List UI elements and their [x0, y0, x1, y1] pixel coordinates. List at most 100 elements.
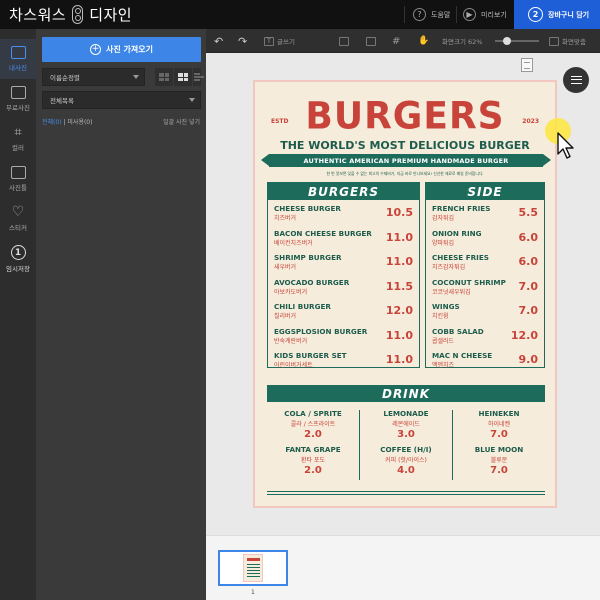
- redo-icon: ↷: [238, 34, 248, 48]
- zoom-slider-handle[interactable]: [503, 37, 511, 45]
- page-number: 1: [251, 589, 255, 596]
- menu-item[interactable]: BACON CHEESE BURGER 베이컨치즈버거 11.0: [274, 229, 413, 251]
- view-large-grid-button[interactable]: [155, 68, 173, 86]
- rail-item-my-photos[interactable]: 내사진: [0, 39, 36, 79]
- drink-item[interactable]: FANTA GRAPE 환타 포도 2.0: [267, 445, 359, 476]
- rail-item-free-photos[interactable]: 무료사진: [0, 79, 36, 119]
- menu-item[interactable]: CHEESE FRIES 치즈감자튀김 6.0: [432, 253, 538, 275]
- drink-price: 2.0: [304, 465, 322, 476]
- drink-item[interactable]: COFFEE (H/I) 커피 (핫/아이스) 4.0: [360, 445, 452, 476]
- view-small-grid-button[interactable]: [174, 68, 192, 86]
- item-name-ko: 아보카도버거: [274, 288, 308, 296]
- zoom-label: 화면크기 62%: [442, 38, 483, 46]
- item-price: 9.0: [518, 353, 539, 366]
- auto-fill-photos-link[interactable]: 일괄 사진 넣기: [163, 117, 200, 126]
- grid-small-icon: [178, 73, 188, 81]
- filter-unused-link[interactable]: 미사용(0): [67, 119, 92, 126]
- item-price: 12.0: [510, 328, 538, 342]
- divider: [404, 6, 405, 23]
- drink-item[interactable]: COLA / SPRITE 콜라 / 스프라이트 2.0: [267, 409, 359, 440]
- page-thumbnail[interactable]: [218, 550, 288, 586]
- photo-filter-links: 전체(0) | 미사용(0): [42, 117, 92, 126]
- item-name-ko: 칠리버거: [274, 313, 297, 320]
- photo-panel: + 사진 가져오기 이름순정렬 전체목록 전체(0) | 미사용(0) 일괄 사…: [36, 29, 206, 600]
- menu-subtitle[interactable]: THE WORLD'S MOST DELICIOUS BURGER: [255, 139, 555, 152]
- rail-label: 내사진: [9, 64, 27, 72]
- photo-icon: [10, 46, 26, 59]
- help-button[interactable]: ? 도움말: [413, 0, 450, 29]
- list-icon: [194, 73, 204, 81]
- sort-select[interactable]: 이름순정렬: [42, 68, 145, 86]
- menu-item[interactable]: CHEESE BURGER 치즈버거 10.5: [274, 204, 413, 226]
- burgers-heading[interactable]: BURGERS: [268, 183, 419, 200]
- rail-item-temp-save[interactable]: 1 임시저장: [0, 239, 36, 279]
- text-box-icon: T: [264, 36, 274, 46]
- item-price: 7.0: [518, 279, 539, 293]
- redo-button[interactable]: ↷: [238, 29, 247, 53]
- add-to-cart-button[interactable]: 2 장바구니 담기: [514, 0, 600, 29]
- preview-label: 미리보기: [481, 10, 507, 19]
- chevron-down-icon: [133, 75, 139, 79]
- view-list-button[interactable]: [193, 68, 204, 86]
- text-tool-button[interactable]: T 글쓰기: [264, 29, 295, 53]
- menu-tagline[interactable]: 한 번 맛보면 잊을 수 없는 최고의 수제버거, 지금 바로 만나보세요! 신…: [255, 171, 555, 177]
- drink-heading[interactable]: DRINK: [267, 385, 545, 402]
- menu-item[interactable]: COBB SALAD 콥샐러드 12.0: [432, 327, 538, 349]
- menu-title[interactable]: BURGERS: [255, 95, 555, 138]
- menu-item[interactable]: WINGS 치킨윙 7.0: [432, 302, 538, 324]
- sort-value: 이름순정렬: [50, 74, 80, 82]
- drink-item[interactable]: BLUE MOON 블루문 7.0: [453, 445, 545, 476]
- preview-icon: ▶: [463, 8, 476, 21]
- drink-item[interactable]: HEINEKEN 하이네켄 7.0: [453, 409, 545, 440]
- zoom-slider-track[interactable]: [495, 40, 539, 42]
- menu-item[interactable]: MAC N CHEESE 맥앤치즈 9.0: [432, 351, 538, 373]
- item-name: BACON CHEESE BURGER: [274, 228, 372, 238]
- menu-item[interactable]: SHRIMP BURGER 새우버거 11.0: [274, 253, 413, 275]
- hand-tool-button[interactable]: ✋: [418, 29, 429, 53]
- menu-item[interactable]: COCONUT SHRIMP 코코넛새우튀김 7.0: [432, 278, 538, 300]
- item-price: 6.0: [518, 230, 539, 244]
- import-photos-button[interactable]: + 사진 가져오기: [42, 37, 201, 62]
- grid-button[interactable]: #: [392, 29, 400, 53]
- tool-rail: 내사진 무료사진 ⌗ 컬러 사진틀 ♡ 스티커 1 임시저장: [0, 29, 36, 600]
- item-price: 11.0: [385, 230, 413, 244]
- fit-screen-button[interactable]: 화면맞춤: [549, 29, 586, 53]
- page-settings-icon[interactable]: [521, 58, 533, 72]
- drink-price: 2.0: [304, 429, 322, 440]
- menu-item[interactable]: ONION RING 양파튀김 6.0: [432, 229, 538, 251]
- drink-price: 4.0: [397, 465, 415, 476]
- drink-name: BLUE MOON: [474, 445, 524, 454]
- menu-item[interactable]: CHILI BURGER 칠리버거 12.0: [274, 302, 413, 324]
- rail-item-color[interactable]: ⌗ 컬러: [0, 119, 36, 159]
- item-name: WINGS: [432, 302, 460, 311]
- filter-select[interactable]: 전체목록: [42, 91, 201, 109]
- item-name: CHILI BURGER: [274, 302, 331, 311]
- menu-item[interactable]: FRENCH FRIES 감자튀김 5.5: [432, 204, 538, 226]
- preview-button[interactable]: ▶ 미리보기: [463, 0, 507, 29]
- rail-item-frames[interactable]: 사진틀: [0, 159, 36, 199]
- cart-label: 장바구니 담기: [548, 10, 590, 19]
- menu-item[interactable]: KIDS BURGER SET 어린이버거세트 11.0: [274, 351, 413, 373]
- item-name-ko: 베이컨치즈버거: [274, 239, 313, 247]
- rail-item-stickers[interactable]: ♡ 스티커: [0, 199, 36, 239]
- item-name: COCONUT SHRIMP: [432, 277, 506, 287]
- fit-screen-icon: [549, 36, 559, 46]
- brand-logo[interactable]: 차스워스 디자인: [9, 4, 132, 25]
- item-name: COBB SALAD: [432, 326, 484, 336]
- menu-design-page[interactable]: ESTD 2023 BURGERS THE WORLD'S MOST DELIC…: [253, 80, 557, 508]
- item-name: KIDS BURGER SET: [274, 351, 347, 360]
- chevron-down-icon: [189, 98, 195, 102]
- brand-pill-icon: [72, 5, 84, 24]
- undo-button[interactable]: ↶: [214, 29, 223, 53]
- menu-item[interactable]: AVOCADO BURGER 아보카도버거 11.5: [274, 278, 413, 300]
- side-heading[interactable]: SIDE: [426, 183, 544, 200]
- layers-menu-button[interactable]: [563, 67, 589, 93]
- layout-button[interactable]: [339, 29, 349, 53]
- filter-all-link[interactable]: 전체(0): [42, 119, 62, 126]
- menu-banner[interactable]: AUTHENTIC AMERICAN PREMIUM HANDMADE BURG…: [261, 154, 551, 167]
- mouse-pointer-icon: [557, 132, 574, 159]
- menu-item[interactable]: EGGSPLOSION BURGER 반숙계란버거 11.0: [274, 327, 413, 349]
- drink-name-ko: 레몬에이드: [392, 421, 420, 428]
- drink-item[interactable]: LEMONADE 레몬에이드 3.0: [360, 409, 452, 440]
- image-button[interactable]: [366, 29, 376, 53]
